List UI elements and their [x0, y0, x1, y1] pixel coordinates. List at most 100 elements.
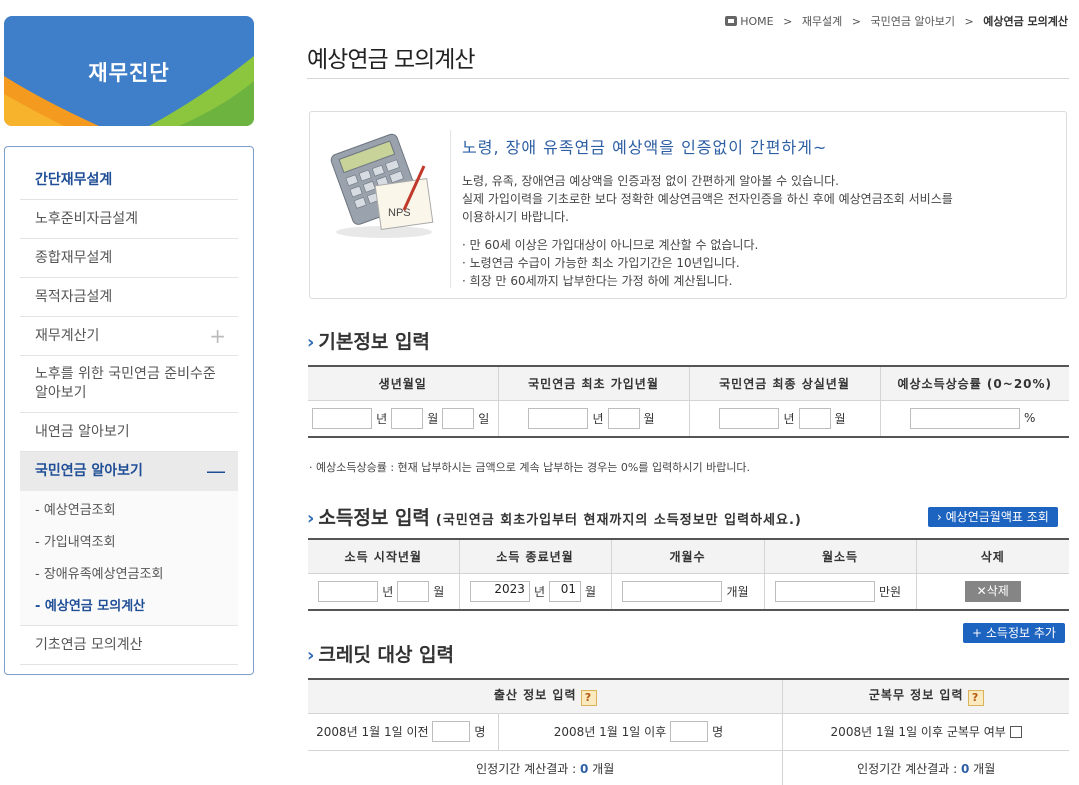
- first-enroll-year-input[interactable]: [528, 407, 589, 429]
- add-income-button[interactable]: + 소득정보 추가: [963, 623, 1065, 643]
- help-icon[interactable]: ?: [967, 690, 984, 707]
- military-cell: 2008년 1월 1일 이후 군복무 여부: [782, 712, 1069, 751]
- birthdate-cell: 년월일: [308, 399, 499, 438]
- col-label: 군복무 정보 입력: [868, 688, 964, 703]
- income-start-year-input[interactable]: [318, 580, 379, 602]
- months-cell: 개월: [610, 572, 765, 611]
- submenu-disability-survivor[interactable]: - 장애유족예상연금조회: [20, 559, 238, 591]
- income-end-cell: 2023 년 01 월: [458, 572, 612, 611]
- col-label: 출산 정보 입력: [493, 688, 577, 703]
- first-enroll-month-input[interactable]: [607, 407, 640, 429]
- col-first-enroll: 국민연금 최초 가입년월: [497, 366, 690, 401]
- income-end-month-input[interactable]: 01: [549, 580, 581, 602]
- unit-label: 년: [382, 584, 394, 599]
- sidebar-item-simple-plan[interactable]: 간단재무설계: [20, 161, 238, 200]
- military-result-cell: 인정기간 계산결과 : 0 개월: [782, 749, 1069, 785]
- birth-month-input[interactable]: [391, 407, 424, 429]
- col-monthly-income: 월소득: [763, 539, 917, 574]
- intro-line: 실제 가입이력을 기초로한 보다 정확한 예상연금액은 전자인증을 하신 후에 …: [462, 192, 953, 206]
- col-military: 군복무 정보 입력?: [782, 679, 1069, 714]
- col-income-end: 소득 종료년월: [458, 539, 612, 574]
- breadcrumb-financial-plan[interactable]: 재무설계: [802, 15, 842, 28]
- unit-label: 만원: [878, 584, 902, 599]
- intro-bullet: · 희장 만 60세까지 납부한다는 가정 하에 계산됩니다.: [462, 274, 733, 288]
- chevron-right-icon: ›: [307, 508, 315, 529]
- col-delete: 삭제: [915, 539, 1069, 574]
- breadcrumb-home[interactable]: HOME: [740, 15, 773, 28]
- section-subtitle: (국민연금 회초가입부터 현재까지의 소득정보만 입력하세요.): [435, 513, 802, 528]
- title-divider: [307, 78, 1069, 79]
- sidebar-item-basic-pension[interactable]: 기초연금 모의계산: [20, 626, 238, 665]
- income-info-table: 소득 시작년월 소득 종료년월 개월수 월소득 삭제 년월 2023 년 01 월 개…: [308, 538, 1069, 611]
- intro-line: 이용하시기 바랍니다.: [462, 210, 569, 224]
- birth-before-cell: 2008년 1월 1일 이전 명: [308, 712, 499, 751]
- birth-before-input[interactable]: [432, 721, 471, 742]
- unit-label: 년: [783, 411, 795, 426]
- help-icon[interactable]: ?: [580, 690, 597, 707]
- plus-icon[interactable]: +: [209, 317, 226, 355]
- unit-label: 월: [427, 411, 439, 426]
- breadcrumb-separator: >: [851, 15, 862, 28]
- birth-after-input[interactable]: [670, 721, 709, 742]
- military-label: 2008년 1월 1일 이후 군복무 여부: [830, 725, 1006, 739]
- home-icon[interactable]: [725, 16, 738, 26]
- unit-label: 년: [592, 411, 604, 426]
- last-loss-month-input[interactable]: [798, 407, 831, 429]
- sidebar-item-national-pension[interactable]: 국민연금 알아보기 —: [20, 452, 238, 491]
- monthly-income-cell: 만원: [763, 572, 917, 611]
- sidebar-item-calculator[interactable]: 재무계산기 +: [20, 317, 238, 356]
- sidebar-item-comprehensive-plan[interactable]: 종합재무설계: [20, 239, 238, 278]
- basic-info-heading: › 기본정보 입력: [307, 327, 430, 354]
- breadcrumb-separator: >: [964, 15, 974, 28]
- sidebar-item-pension-readiness[interactable]: 노후를 위한 국민연금 준비수준 알아보기: [20, 356, 238, 413]
- income-start-cell: 년월: [308, 572, 460, 611]
- military-result-value: 0: [960, 762, 970, 776]
- submenu-enrollment-history[interactable]: - 가입내역조회: [20, 527, 238, 559]
- sidebar-item-label: 목적자금설계: [35, 289, 113, 305]
- delete-row-button[interactable]: ✕삭제: [964, 580, 1021, 602]
- income-growth-note: · 예상소득상승률 : 현재 납부하시는 금액으로 계속 납부하는 경우는 0%…: [309, 461, 751, 474]
- sidebar-submenu: - 예상연금조회 - 가입내역조회 - 장애유족예상연금조회 - 예상연금 모의…: [20, 491, 238, 626]
- birth-result-value: 0: [579, 762, 589, 776]
- pension-table-lookup-button[interactable]: › 예상연금월액표 조회: [928, 507, 1058, 527]
- last-loss-year-input[interactable]: [719, 407, 780, 429]
- military-checkbox[interactable]: [1009, 726, 1022, 738]
- last-loss-cell: 년월: [688, 399, 881, 438]
- birth-day-input[interactable]: [442, 407, 475, 429]
- unit-label: %: [1024, 411, 1036, 426]
- sidebar-item-label: 종합재무설계: [35, 250, 113, 266]
- sidebar-item-label: 노후준비자금설계: [35, 211, 139, 227]
- income-start-month-input[interactable]: [397, 580, 430, 602]
- intro-headline: 노령, 장애 유족연금 예상액을 인증없이 간편하게~: [462, 138, 828, 157]
- income-growth-cell: %: [879, 399, 1069, 438]
- minus-icon[interactable]: —: [206, 452, 226, 490]
- result-label: 인정기간 계산결과 :: [857, 762, 958, 776]
- monthly-income-input[interactable]: [774, 580, 875, 602]
- credit-heading: › 크레딧 대상 입력: [307, 640, 454, 667]
- brand-title: 재무진단: [88, 61, 170, 85]
- sidebar-item-retirement-fund[interactable]: 노후준비자금설계: [20, 200, 238, 239]
- sidebar-item-label: 내연금 알아보기: [35, 424, 130, 440]
- col-birthdate: 생년월일: [308, 366, 499, 401]
- income-growth-input[interactable]: [910, 407, 1021, 429]
- income-end-year-input[interactable]: 2023: [469, 580, 530, 602]
- unit-label: 월: [433, 584, 445, 599]
- unit-label: 월: [834, 411, 846, 426]
- sidebar-item-my-pension[interactable]: 내연금 알아보기: [20, 413, 238, 452]
- unit-label: 개월: [726, 584, 749, 599]
- submenu-expected-pension[interactable]: - 예상연금조회: [20, 495, 238, 527]
- breadcrumb-national-pension[interactable]: 국민연금 알아보기: [871, 15, 955, 28]
- col-months: 개월수: [610, 539, 765, 574]
- submenu-pension-simulation[interactable]: - 예상연금 모의계산: [20, 591, 238, 623]
- sidebar-item-label: 노후를 위한 국민연금 준비수준 알아보기: [35, 366, 216, 401]
- months-input[interactable]: [622, 580, 723, 602]
- birth-result-cell: 인정기간 계산결과 : 0 개월: [308, 749, 784, 785]
- chevron-right-icon: ›: [307, 645, 315, 666]
- intro-divider: [450, 130, 451, 288]
- result-label: 인정기간 계산결과 :: [476, 762, 577, 776]
- unit-label: 년: [533, 584, 545, 599]
- sidebar-item-goal-fund[interactable]: 목적자금설계: [20, 278, 238, 317]
- unit-label: 명: [712, 725, 724, 739]
- col-income-start: 소득 시작년월: [308, 539, 460, 574]
- birth-year-input[interactable]: [312, 407, 373, 429]
